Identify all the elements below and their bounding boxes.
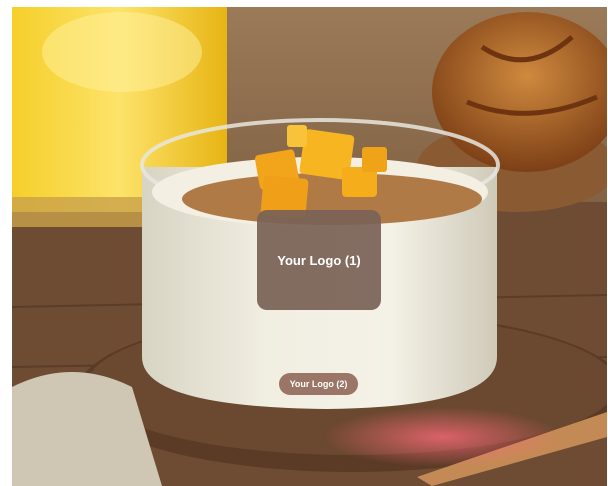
logo-placeholder-2[interactable]: Your Logo (2) xyxy=(279,373,358,395)
light-glow xyxy=(322,407,562,467)
logo-placeholder-1[interactable]: Your Logo (1) xyxy=(257,210,381,310)
logo-placeholder-2-label: Your Logo (2) xyxy=(289,379,348,389)
logo-placeholder-1-label: Your Logo (1) xyxy=(277,252,361,268)
lemon-slice xyxy=(42,12,202,92)
product-mockup-canvas: Your Logo (1) Your Logo (2) xyxy=(12,7,607,486)
